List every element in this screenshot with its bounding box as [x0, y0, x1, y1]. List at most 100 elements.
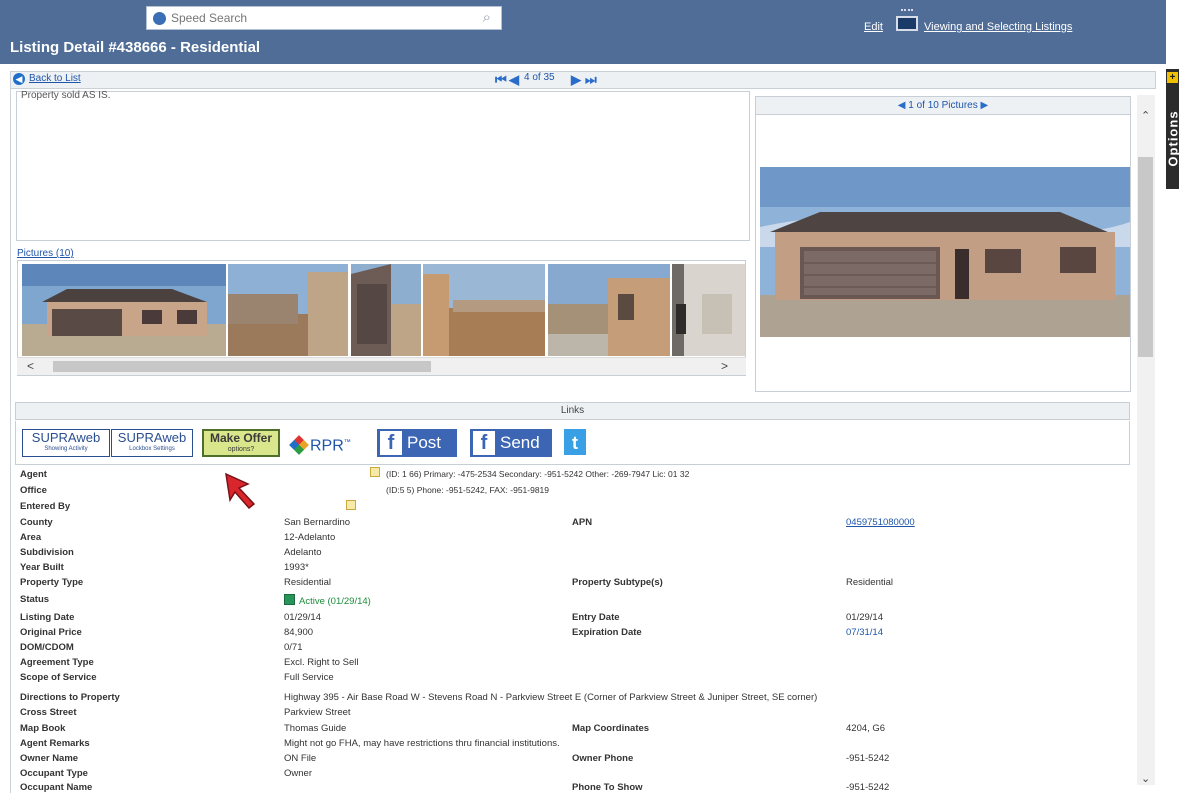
gallery-nav: ◀ 1 of 10 Pictures ▶ [756, 97, 1130, 115]
options-tab[interactable]: + Options [1166, 69, 1179, 189]
nav-bar: ◀ Back to List ⏮ ◀ 4 of 35 ▶ ⏭ [10, 71, 1156, 89]
value-area: 12-Adelanto [284, 532, 336, 543]
prev-page-icon[interactable]: ◀ [509, 73, 519, 87]
supraweb-lockbox-settings-button[interactable]: SUPRAweb Lockbox Settings [111, 429, 193, 457]
label-property-type: Property Type [20, 577, 84, 588]
label-directions: Directions to Property [20, 692, 120, 703]
vertical-scroll-thumb[interactable] [1138, 157, 1153, 357]
value-office: (ID:5 5) Phone: -951-5242, FAX: -951-981… [386, 485, 550, 495]
status-text: Active [299, 596, 325, 607]
thumbnail-6[interactable] [672, 264, 745, 356]
label-owner-phone: Owner Phone [572, 753, 634, 764]
scrollbar-thumb[interactable] [53, 361, 431, 372]
rpr-label: RPR [310, 437, 344, 455]
label-listing-date: Listing Date [20, 612, 75, 623]
scroll-down-icon[interactable]: ⌄ [1141, 772, 1150, 785]
label-status: Status [20, 594, 50, 605]
twitter-button[interactable]: t [564, 429, 586, 455]
remarks-text: Property sold AS IS. [21, 90, 111, 101]
contact-card-icon[interactable] [346, 500, 356, 510]
rpr-logo-icon [289, 435, 309, 456]
twitter-icon: t [572, 433, 578, 453]
value-owner-phone: -951-5242 [846, 753, 890, 764]
facebook-post-button[interactable]: f Post [377, 429, 457, 457]
viewing-selecting-link[interactable]: Viewing and Selecting Listings [924, 21, 1072, 33]
rpr-button[interactable]: RPR™ [289, 429, 366, 457]
remarks-box: Property sold AS IS. [16, 90, 750, 241]
label-dom-cdom: DOM/CDOM [20, 642, 74, 653]
supra2-sublabel: Lockbox Settings [129, 446, 175, 452]
thumbnail-3[interactable] [351, 264, 421, 356]
label-county: County [20, 517, 53, 528]
search-icon[interactable]: ⌕ [483, 10, 491, 26]
options-label: Options [1165, 110, 1179, 167]
value-owner-name: ON File [284, 753, 317, 764]
label-cross-street: Cross Street [20, 707, 77, 718]
speed-search-box[interactable]: ⌕ [146, 6, 502, 30]
value-expiration-date: 07/31/14 [846, 627, 883, 638]
thumbnail-scrollbar[interactable]: < > [17, 357, 746, 375]
supraweb-showing-activity-button[interactable]: SUPRAweb Showing Activity [22, 429, 110, 457]
supra1-label: SUPRAweb [31, 430, 101, 445]
label-expiration-date: Expiration Date [572, 627, 642, 638]
back-arrow-icon[interactable]: ◀ [13, 73, 25, 85]
scroll-up-icon[interactable]: ⌃ [1141, 109, 1150, 122]
value-status: Active (01/29/14) [284, 594, 371, 607]
label-area: Area [20, 532, 42, 543]
label-original-price: Original Price [20, 627, 82, 638]
label-owner-name: Owner Name [20, 753, 79, 764]
plus-icon[interactable]: + [1167, 72, 1178, 83]
value-subdivision: Adelanto [284, 547, 322, 558]
speed-search-input[interactable] [171, 10, 471, 26]
facebook-icon: f [473, 431, 495, 455]
value-county: San Bernardino [284, 517, 351, 528]
gallery-prev-icon[interactable]: ◀ [898, 100, 906, 111]
thumbnail-5[interactable] [548, 264, 670, 356]
apn-link[interactable]: 0459751080000 [846, 517, 915, 528]
main-photo[interactable] [760, 167, 1130, 337]
status-icon [284, 594, 295, 605]
facebook-icon: f [380, 431, 402, 455]
thumbnail-2[interactable] [228, 264, 348, 356]
make-offer-sublabel: options? [227, 446, 255, 453]
photo-gallery: ◀ 1 of 10 Pictures ▶ [755, 96, 1131, 392]
scroll-right-icon[interactable]: > [721, 359, 728, 373]
label-occupant-name: Occupant Name [20, 782, 93, 793]
thumbnail-1[interactable] [22, 264, 226, 356]
gallery-count: 1 of 10 Pictures [908, 100, 978, 111]
value-property-subtype: Residential [846, 577, 893, 588]
scroll-left-icon[interactable]: < [27, 359, 34, 373]
back-to-list-link[interactable]: Back to List [29, 73, 81, 84]
pictures-link[interactable]: Pictures (10) [17, 248, 74, 259]
edit-link[interactable]: Edit [864, 21, 883, 33]
label-occupant-type: Occupant Type [20, 768, 88, 779]
make-offer-label: Make Offer [209, 431, 273, 445]
label-map-coordinates: Map Coordinates [572, 723, 650, 734]
label-office: Office [20, 485, 47, 496]
last-page-icon[interactable]: ⏭ [585, 73, 597, 87]
value-scope-of-service: Full Service [284, 672, 334, 683]
globe-icon [153, 12, 166, 25]
make-offer-button[interactable]: Make Offer options? [202, 429, 280, 457]
label-agreement-type: Agreement Type [20, 657, 94, 668]
header-bar: ⌕ Listing Detail #438666 - Residential E… [0, 0, 1166, 64]
label-year-built: Year Built [20, 562, 64, 573]
label-entry-date: Entry Date [572, 612, 620, 623]
value-directions: Highway 395 - Air Base Road W - Stevens … [284, 692, 818, 703]
main-vertical-scrollbar[interactable]: ⌃ ⌄ [1137, 95, 1155, 785]
thumbnail-4[interactable] [423, 264, 545, 356]
label-map-book: Map Book [20, 723, 66, 734]
label-agent: Agent [20, 469, 47, 480]
gallery-next-icon[interactable]: ▶ [981, 100, 989, 111]
value-phone-to-show: -951-5242 [846, 782, 890, 793]
value-occupant-type: Owner [284, 768, 312, 779]
next-page-icon[interactable]: ▶ [571, 73, 581, 87]
supra2-label: SUPRAweb [117, 430, 187, 445]
first-page-icon[interactable]: ⏮ [495, 73, 507, 87]
facebook-send-button[interactable]: f Send [470, 429, 552, 457]
label-apn: APN [572, 517, 593, 528]
links-row: SUPRAweb Showing Activity SUPRAweb Lockb… [15, 421, 1130, 465]
value-property-type: Residential [284, 577, 331, 588]
label-phone-to-show: Phone To Show [572, 782, 643, 793]
contact-card-icon[interactable] [370, 467, 380, 477]
